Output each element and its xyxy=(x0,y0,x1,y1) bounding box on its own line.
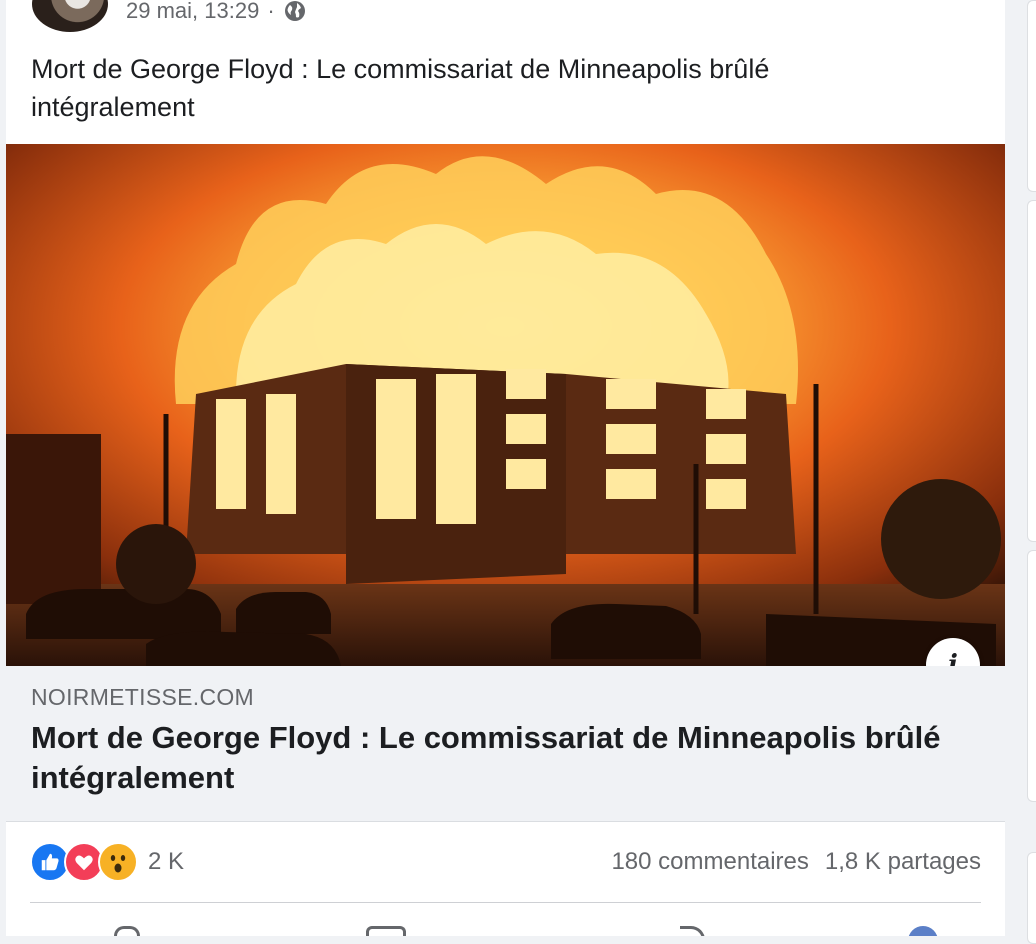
wow-icon xyxy=(98,842,138,882)
link-preview-photo[interactable] xyxy=(6,144,1005,666)
engagement-counts: 180 commentaires 1,8 K partages xyxy=(611,848,981,876)
adjacent-panel-edge xyxy=(1027,852,1036,944)
comment-action-icon[interactable] xyxy=(366,926,406,936)
meta-separator: · xyxy=(267,0,275,23)
like-action-icon[interactable] xyxy=(114,926,140,936)
comments-count[interactable]: 180 commentaires xyxy=(611,848,808,876)
link-domain: NOIRMETISSE.COM xyxy=(31,684,255,710)
reactions-summary[interactable]: 2 K xyxy=(30,842,184,882)
link-title[interactable]: Mort de George Floyd : Le commissariat d… xyxy=(31,718,971,798)
globe-icon[interactable] xyxy=(283,0,307,23)
post-actions xyxy=(6,912,1005,936)
link-preview-card[interactable]: NOIRMETISSE.COM Mort de George Floyd : L… xyxy=(6,666,1005,822)
engagement-bar: 2 K 180 commentaires 1,8 K partages xyxy=(6,822,1005,906)
feed-post: 29 mai, 13:29 · Mort de George Floyd : L… xyxy=(6,0,1005,936)
audience-selector-icon[interactable] xyxy=(908,926,938,936)
shares-count[interactable]: 1,8 K partages xyxy=(825,848,981,876)
post-meta: 29 mai, 13:29 · xyxy=(126,0,307,24)
author-avatar[interactable] xyxy=(32,0,108,32)
reaction-count[interactable]: 2 K xyxy=(148,848,184,876)
post-text: Mort de George Floyd : Le commissariat d… xyxy=(31,54,770,122)
post-timestamp[interactable]: 29 mai, 13:29 xyxy=(126,0,259,24)
share-action-icon[interactable] xyxy=(680,926,705,936)
adjacent-panel-edge xyxy=(1027,200,1036,542)
actions-divider xyxy=(30,902,981,903)
adjacent-panel-edge xyxy=(1027,0,1036,192)
adjacent-panel-edge xyxy=(1027,550,1036,802)
